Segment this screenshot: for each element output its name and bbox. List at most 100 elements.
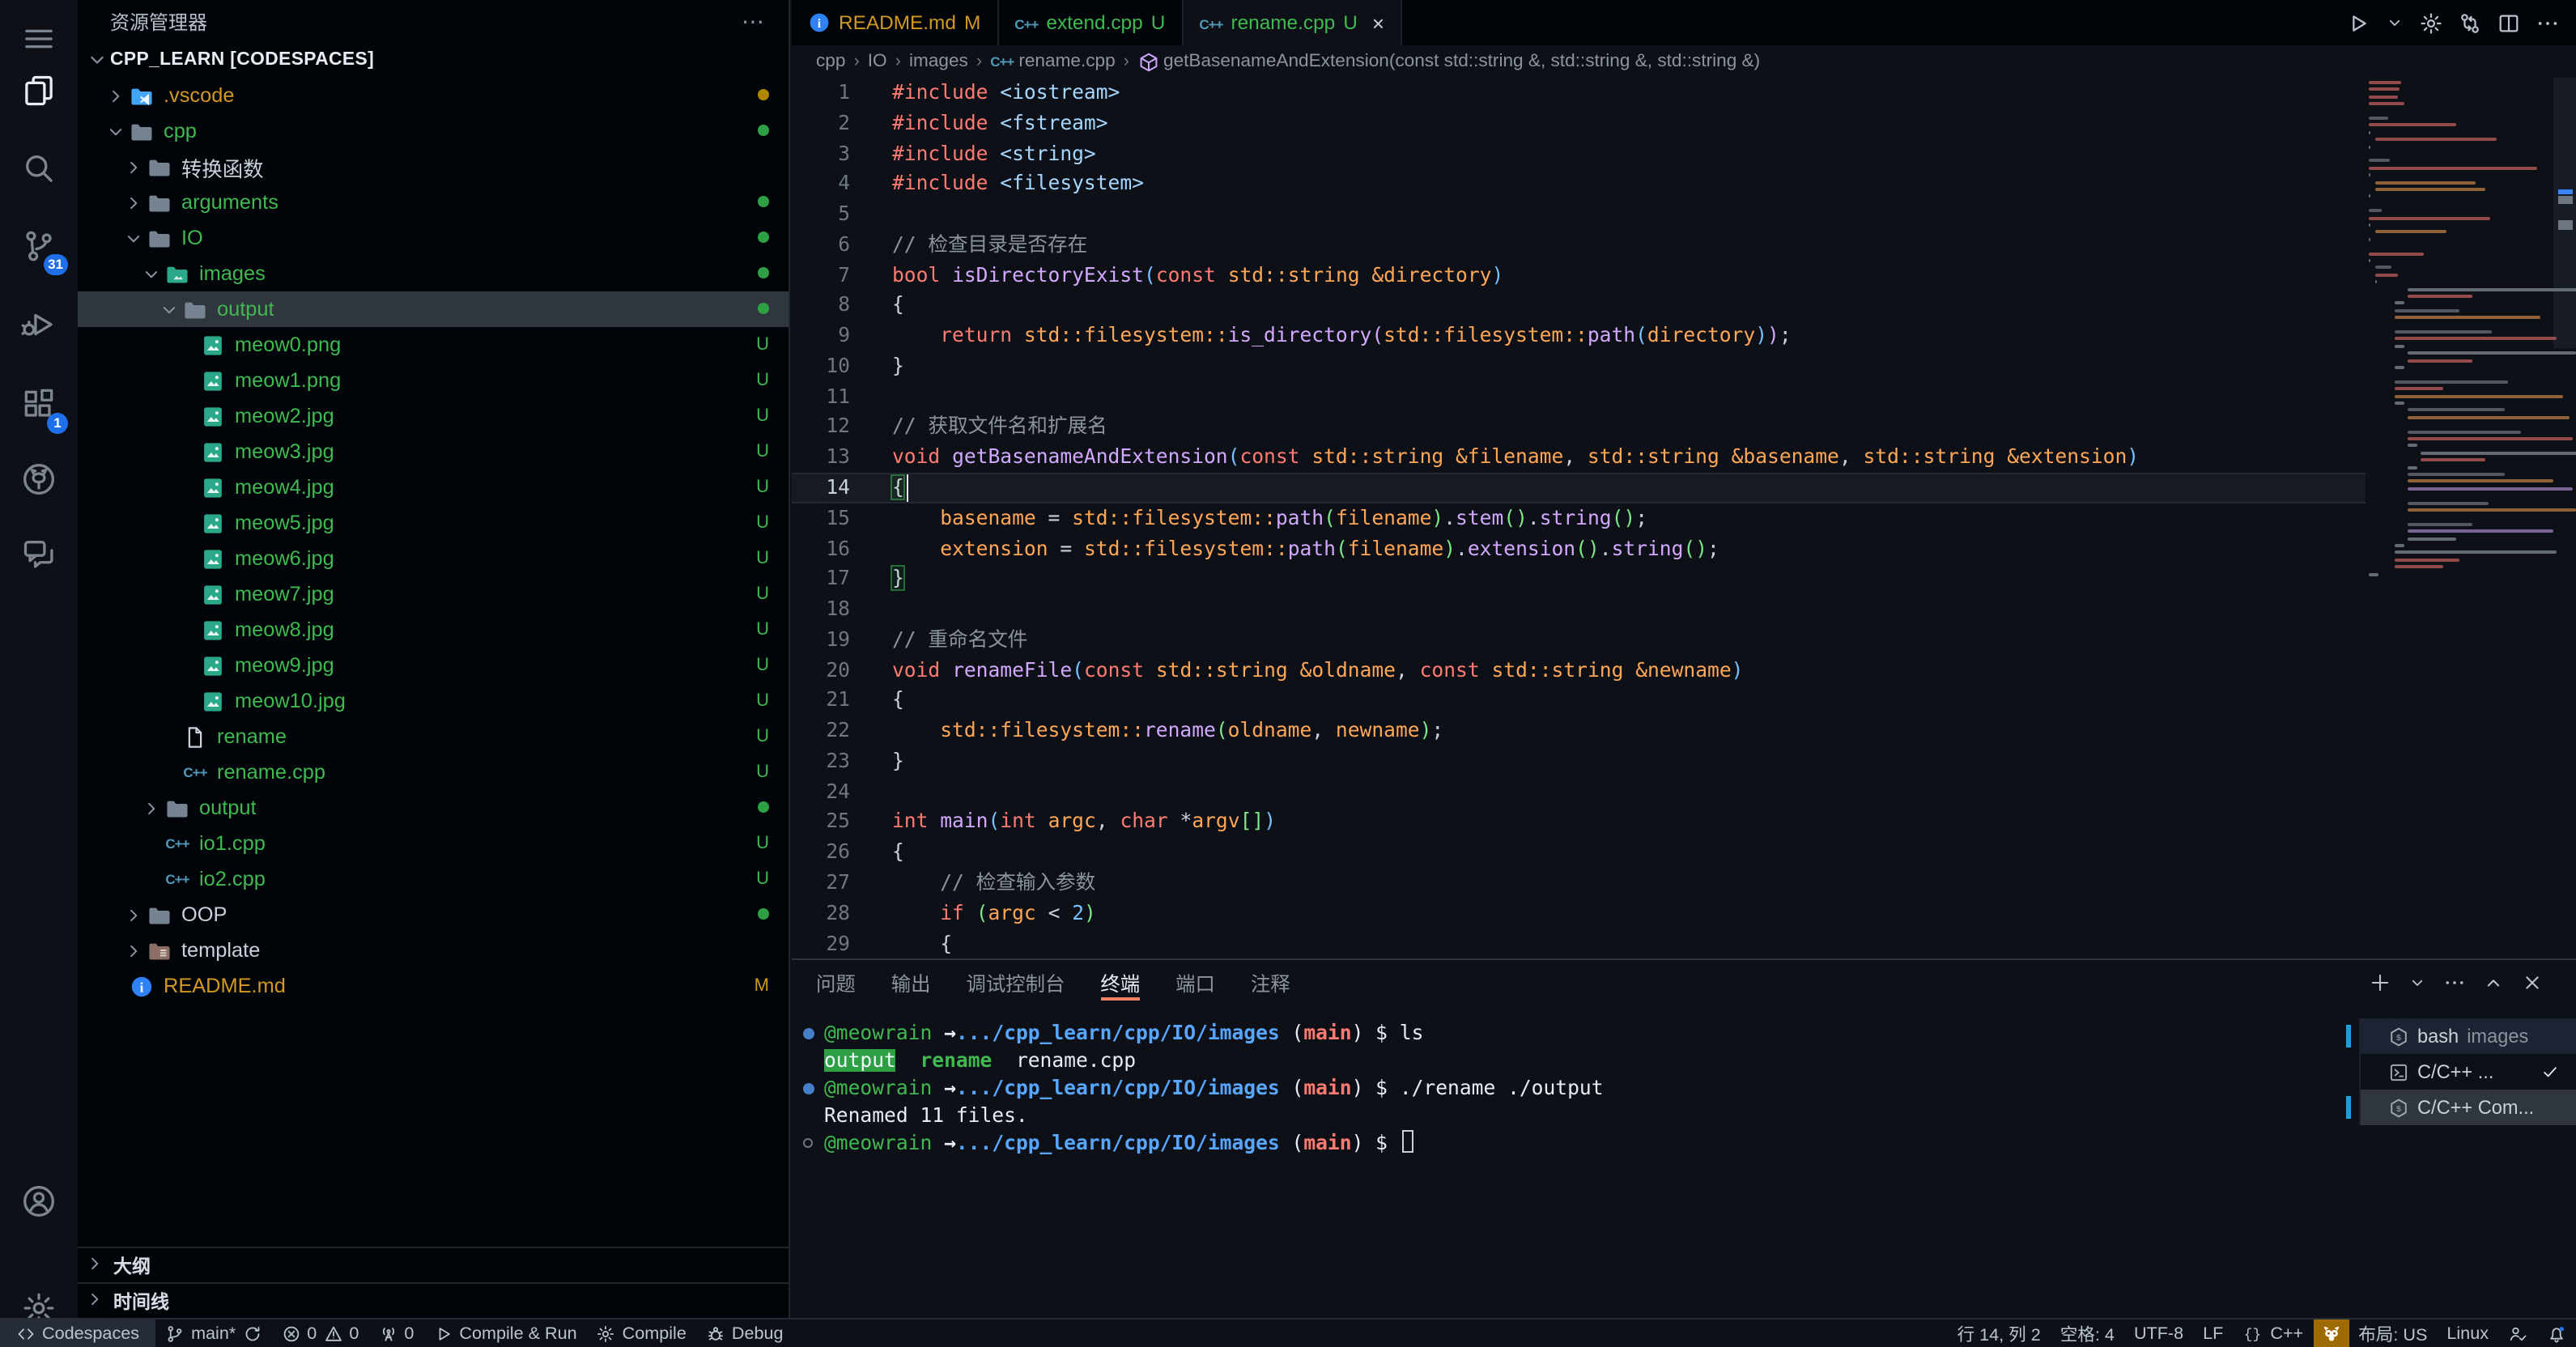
status-encoding[interactable]: UTF-8: [2124, 1319, 2193, 1347]
breadcrumb-file[interactable]: rename.cpp: [1018, 52, 1115, 71]
panel-tab-问题[interactable]: 问题: [816, 960, 856, 1005]
status-git-branch[interactable]: main*: [155, 1319, 271, 1347]
tree-item-meow8.jpg[interactable]: meow8.jpgU: [78, 612, 789, 648]
maximize-panel-icon[interactable]: [2482, 971, 2505, 994]
symbol-cube-icon: [1137, 51, 1158, 72]
status-notifications[interactable]: [2537, 1319, 2576, 1347]
status-os[interactable]: Linux: [2437, 1319, 2498, 1347]
tree-item-meow9.jpg[interactable]: meow9.jpgU: [78, 648, 789, 683]
panel-tab-输出[interactable]: 输出: [891, 960, 931, 1005]
breadcrumb[interactable]: cpp›IO›images›C++rename.cpp›getBasenameA…: [792, 45, 2576, 78]
activity-github-icon[interactable]: [0, 447, 78, 512]
tree-item-cpp[interactable]: cpp: [78, 113, 789, 149]
line-number: 2: [792, 108, 850, 139]
terminal-profile-dropdown-icon[interactable]: [2408, 973, 2427, 992]
close-panel-icon[interactable]: [2521, 971, 2544, 994]
breadcrumb-part[interactable]: images: [909, 52, 968, 71]
breadcrumb-part[interactable]: cpp: [816, 52, 845, 71]
status-feedback[interactable]: [2498, 1319, 2537, 1347]
code-editor[interactable]: 1#include <iostream>2#include <fstream>3…: [792, 78, 2576, 958]
tree-root[interactable]: CPP_LEARN [CODESPACES]: [78, 42, 789, 78]
run-button-icon[interactable]: [2346, 11, 2370, 35]
activity-extensions-icon[interactable]: 1: [0, 372, 78, 437]
activity-source-control-icon[interactable]: 31: [0, 214, 78, 278]
status-compile-run[interactable]: Compile & Run: [423, 1319, 586, 1347]
editor-scrollbar[interactable]: [2553, 78, 2576, 958]
tree-item-meow2.jpg[interactable]: meow2.jpgU: [78, 398, 789, 434]
tree-item-IO[interactable]: IO: [78, 220, 789, 256]
tree-item-template[interactable]: template: [78, 933, 789, 968]
tree-item-meow0.png[interactable]: meow0.pngU: [78, 327, 789, 363]
status-compile[interactable]: Compile: [587, 1319, 696, 1347]
run-dropdown-icon[interactable]: [2385, 13, 2404, 32]
activity-run-debug-icon[interactable]: [0, 291, 78, 356]
tree-item-OOP[interactable]: OOP: [78, 897, 789, 933]
minimap[interactable]: [2366, 78, 2544, 958]
tab-rename.cpp[interactable]: C++rename.cppU×: [1183, 0, 1402, 45]
panel-tab-终端[interactable]: 终端: [1100, 960, 1140, 1005]
activity-explorer-icon[interactable]: [0, 58, 78, 123]
vscode-window: 311 资源管理器 ⋯ CPP_LEARN [CODESPACES].vscod…: [0, 0, 2576, 1347]
tree-item-README.md[interactable]: iREADME.mdM: [78, 968, 789, 1004]
folder-template-icon: [146, 937, 173, 963]
section-时间线[interactable]: 时间线: [78, 1282, 789, 1318]
terminal[interactable]: @meowrain →.../cpp_learn/cpp/IO/images (…: [792, 1005, 2357, 1318]
scrollbar-slider[interactable]: [2553, 78, 2576, 348]
breadcrumb-part[interactable]: IO: [868, 52, 887, 71]
tree-item-io2.cpp[interactable]: C++io2.cppU: [78, 861, 789, 897]
compare-changes-icon[interactable]: [2458, 11, 2482, 35]
panel-more-actions-icon[interactable]: [2443, 971, 2466, 994]
tree-item-images[interactable]: images: [78, 256, 789, 291]
status-language-mode[interactable]: {}C++: [2233, 1319, 2313, 1347]
close-icon[interactable]: ×: [1372, 11, 1384, 35]
tree-item-.vscode[interactable]: .vscode: [78, 78, 789, 113]
terminal-instance-bash[interactable]: $bashimages: [2361, 1018, 2576, 1054]
panel-tab-端口[interactable]: 端口: [1175, 960, 1215, 1005]
tree-item-转换函数[interactable]: 转换函数: [78, 149, 789, 185]
terminal-instance-C/C++ ...[interactable]: C/C++ ...: [2361, 1054, 2576, 1090]
tree-item-meow1.png[interactable]: meow1.pngU: [78, 363, 789, 398]
status-eol[interactable]: LF: [2193, 1319, 2233, 1347]
minimap-line: [2369, 173, 2370, 176]
tree-item-arguments[interactable]: arguments: [78, 185, 789, 220]
status-debug[interactable]: Debug: [696, 1319, 793, 1347]
activity-accounts-icon[interactable]: [0, 1169, 78, 1234]
tree-item-rename[interactable]: renameU: [78, 719, 789, 754]
panel-tab-注释[interactable]: 注释: [1251, 960, 1290, 1005]
settings-gear-icon[interactable]: [2419, 11, 2443, 35]
tree-item-output[interactable]: output: [78, 790, 789, 826]
status-cursor-position[interactable]: 行 14, 列 2: [1948, 1319, 2051, 1347]
tab-README.md[interactable]: iREADME.mdM: [792, 0, 998, 45]
overview-ruler-mark: [2558, 196, 2573, 204]
tree-item-meow10.jpg[interactable]: meow10.jpgU: [78, 683, 789, 719]
tree-item-rename.cpp[interactable]: C++rename.cppU: [78, 754, 789, 790]
status-keyboard-layout[interactable]: 布局: US: [2349, 1319, 2437, 1347]
activity-chat-icon[interactable]: [0, 521, 78, 586]
more-actions-icon[interactable]: [2536, 11, 2560, 35]
minimap-line: [2408, 529, 2553, 533]
tree-item-output[interactable]: output: [78, 291, 789, 327]
status-remote-indicator[interactable]: Codespaces: [0, 1319, 155, 1347]
tree-item-meow4.jpg[interactable]: meow4.jpgU: [78, 470, 789, 505]
status-extension-badge[interactable]: [2313, 1319, 2349, 1347]
new-terminal-icon[interactable]: [2369, 971, 2391, 994]
tree-item-io1.cpp[interactable]: C++io1.cppU: [78, 826, 789, 861]
tree-item-meow7.jpg[interactable]: meow7.jpgU: [78, 576, 789, 612]
minimap-line: [2408, 537, 2456, 540]
image-icon: [199, 439, 227, 465]
status-ports[interactable]: 0: [368, 1319, 423, 1347]
activity-search-icon[interactable]: [0, 136, 78, 201]
more-actions-icon[interactable]: ⋯: [742, 7, 766, 35]
section-大纲[interactable]: 大纲: [78, 1247, 789, 1282]
status-problems[interactable]: 00: [271, 1319, 368, 1347]
sidebar-sections: 大纲时间线: [78, 1247, 789, 1318]
panel-tab-调试控制台[interactable]: 调试控制台: [967, 960, 1065, 1005]
status-indentation[interactable]: 空格: 4: [2051, 1319, 2124, 1347]
tab-extend.cpp[interactable]: C++extend.cppU: [998, 0, 1183, 45]
split-editor-icon[interactable]: [2497, 11, 2521, 35]
tree-item-meow3.jpg[interactable]: meow3.jpgU: [78, 434, 789, 470]
tree-item-meow5.jpg[interactable]: meow5.jpgU: [78, 505, 789, 541]
tree-item-meow6.jpg[interactable]: meow6.jpgU: [78, 541, 789, 576]
terminal-instance-C/C++ Com...[interactable]: $C/C++ Com...: [2361, 1090, 2576, 1125]
breadcrumb-symbol[interactable]: getBasenameAndExtension(const std::strin…: [1163, 52, 1760, 71]
